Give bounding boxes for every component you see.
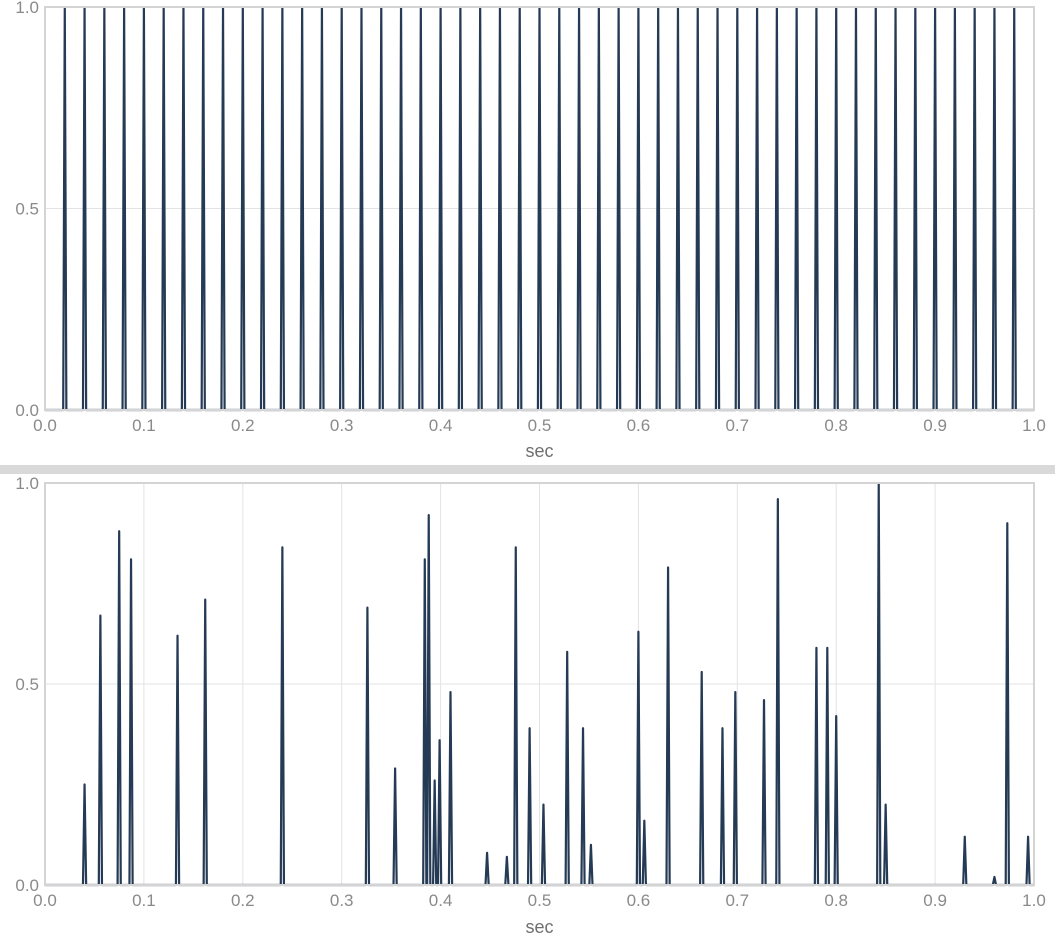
y-tick-label: 0.0 xyxy=(15,401,39,420)
y-tick-label: 1.0 xyxy=(15,474,39,493)
x-tick-label: 1.0 xyxy=(1022,891,1046,910)
x-tick-label: 0.1 xyxy=(132,891,156,910)
panel-separator xyxy=(0,465,1055,474)
x-tick-label: 0.4 xyxy=(429,416,453,435)
x-tick-label: 0.9 xyxy=(923,416,947,435)
x-tick-label: 1.0 xyxy=(1022,416,1046,435)
x-axis-label: sec xyxy=(525,917,553,937)
y-tick-label: 0.5 xyxy=(15,200,39,219)
x-tick-label: 0.6 xyxy=(627,891,651,910)
x-tick-label: 0.5 xyxy=(528,891,552,910)
x-tick-label: 0.8 xyxy=(824,891,848,910)
x-tick-label: 0.3 xyxy=(330,891,354,910)
x-tick-label: 0.7 xyxy=(725,891,749,910)
x-tick-label: 0.5 xyxy=(528,416,552,435)
x-tick-label: 0.2 xyxy=(231,416,255,435)
x-tick-label: 0.9 xyxy=(923,891,947,910)
x-tick-label: 0.2 xyxy=(231,891,255,910)
y-tick-label: 0.0 xyxy=(15,876,39,895)
x-tick-label: 0.4 xyxy=(429,891,453,910)
x-axis-label: sec xyxy=(525,441,553,461)
x-tick-label: 0.6 xyxy=(627,416,651,435)
chart-panel-bottom: 0.0 0.1 0.2 0.3 0.4 0.5 0.6 0.7 0.8 0.9 1.0 0.0 0.5 1… xyxy=(0,474,1055,942)
x-tick-label: 0.8 xyxy=(824,416,848,435)
random-impulse-chart: 0.0 0.1 0.2 0.3 0.4 0.5 0.6 0.7 0.8 0.9 1.00.00.51… xyxy=(15,474,1046,937)
periodic-impulse-chart: 0.0 0.1 0.2 0.3 0.4 0.5 0.6 0.7 0.8 0.9 1.00.00.51… xyxy=(15,0,1046,461)
chart-panel-top: 0.0 0.1 0.2 0.3 0.4 0.5 0.6 0.7 0.8 0.9 1.0 0.0 0.5 1… xyxy=(0,0,1055,463)
y-tick-label: 1.0 xyxy=(15,0,39,17)
x-tick-label: 0.1 xyxy=(132,416,156,435)
y-tick-label: 0.5 xyxy=(15,675,39,694)
x-tick-label: 0.7 xyxy=(725,416,749,435)
x-tick-label: 0.3 xyxy=(330,416,354,435)
